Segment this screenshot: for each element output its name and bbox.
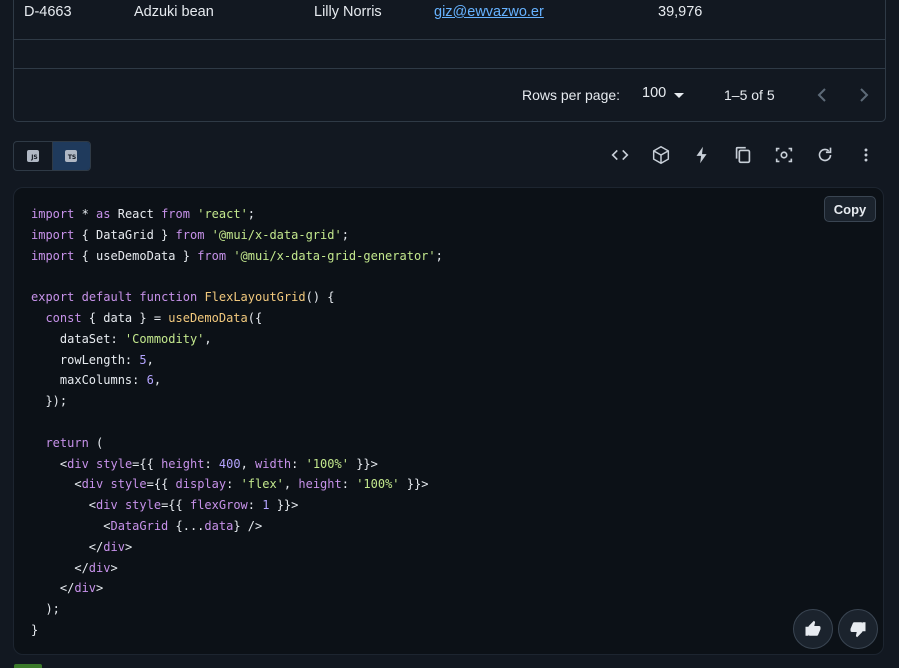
bottom-edge-element	[14, 664, 42, 668]
rows-per-page-value: 100	[642, 85, 667, 101]
code-line: </div>	[31, 560, 118, 575]
screenshot-button[interactable]	[773, 144, 795, 166]
stackblitz-bolt-icon	[696, 146, 707, 164]
caret-down-icon	[674, 93, 684, 98]
cell-commodity: Adzuki bean	[134, 4, 214, 20]
code-line: });	[31, 394, 68, 409]
code-line: import * as React from 'react';	[31, 207, 256, 221]
source-code: import * as React from 'react'; import { …	[31, 204, 443, 641]
cell-id: D-4663	[24, 4, 72, 20]
table-row[interactable]: D-4663 Adzuki bean Lilly Norris giz@ewva…	[14, 0, 885, 40]
thumb-down-button[interactable]	[838, 609, 878, 649]
copy-icon	[735, 146, 751, 164]
code-line: );	[31, 602, 60, 617]
more-vert-icon	[864, 148, 868, 162]
typescript-button[interactable]: TS	[51, 142, 90, 170]
code-line: <div style={{ height: 400, width: '100%'…	[31, 456, 378, 471]
rows-per-page-select[interactable]: 100	[642, 81, 688, 105]
thumb-down-icon	[850, 622, 866, 638]
code-line: rowLength: 5,	[31, 352, 154, 367]
thumb-up-button[interactable]	[793, 609, 833, 649]
reset-icon	[818, 147, 832, 162]
code-icon	[611, 149, 629, 161]
code-line: dataSet: 'Commodity',	[31, 331, 212, 346]
code-block: import * as React from 'react'; import { …	[13, 187, 884, 655]
code-line: export default function FlexLayoutGrid()…	[31, 290, 335, 305]
screenshot-icon	[775, 147, 793, 163]
rows-per-page-label: Rows per page:	[522, 87, 621, 103]
codesandbox-icon	[652, 145, 670, 165]
cell-quantity: 39,976	[658, 4, 703, 20]
show-source-button[interactable]	[609, 144, 631, 166]
javascript-button[interactable]: JS	[14, 142, 52, 170]
copy-code-button[interactable]: Copy	[824, 196, 876, 222]
grid-footer: Rows per page: 100 1–5 of 5	[14, 69, 885, 121]
code-line: import { DataGrid } from '@mui/x-data-gr…	[31, 227, 349, 242]
code-line: </div>	[31, 581, 104, 596]
copy-source-button[interactable]	[732, 144, 754, 166]
more-options-button[interactable]	[855, 144, 877, 166]
javascript-icon: JS	[26, 150, 39, 162]
next-page-button[interactable]	[852, 83, 876, 107]
cell-trader-name: Lilly Norris	[314, 4, 382, 20]
stackblitz-button[interactable]	[691, 144, 713, 166]
cell-trader-email-link[interactable]: giz@ewvazwo.er	[434, 4, 544, 20]
code-line: const { data } = useDemoData({	[45, 310, 263, 325]
code-line: }	[31, 622, 39, 637]
typescript-icon: TS	[65, 150, 78, 162]
code-line: <div style={{ flexGrow: 1 }}>	[31, 498, 299, 513]
chevron-right-icon	[860, 88, 869, 102]
code-line: <DataGrid {...data} />	[31, 518, 263, 533]
previous-page-button[interactable]	[810, 83, 834, 107]
chevron-left-icon	[817, 88, 826, 102]
code-line: import { useDemoData } from '@mui/x-data…	[31, 248, 443, 263]
codesandbox-button[interactable]	[650, 144, 672, 166]
code-line: <div style={{ display: 'flex', height: '…	[31, 477, 429, 492]
code-line: </div>	[31, 539, 133, 554]
demo-toolbar: JS TS	[13, 141, 886, 171]
data-grid: D-4663 Adzuki bean Lilly Norris giz@ewva…	[13, 0, 886, 122]
thumb-up-icon	[805, 620, 821, 636]
code-line: maxColumns: 6,	[31, 373, 162, 388]
pagination-range: 1–5 of 5	[724, 87, 775, 103]
language-toggle: JS TS	[13, 141, 91, 171]
reset-demo-button[interactable]	[814, 144, 836, 166]
code-line: return (	[45, 435, 104, 450]
grid-empty-area	[14, 39, 885, 69]
